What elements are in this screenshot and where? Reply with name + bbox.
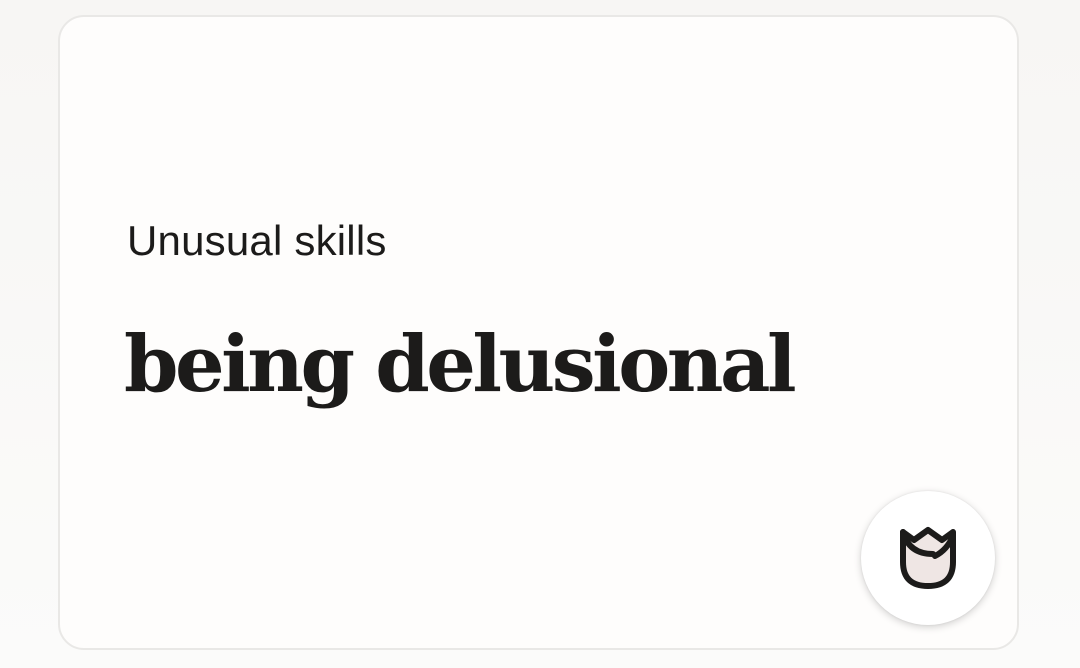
like-button[interactable] (861, 491, 995, 625)
prompt-answer: being delusional (124, 319, 797, 410)
rose-icon (899, 526, 957, 590)
prompt-title: Unusual skills (127, 217, 387, 264)
